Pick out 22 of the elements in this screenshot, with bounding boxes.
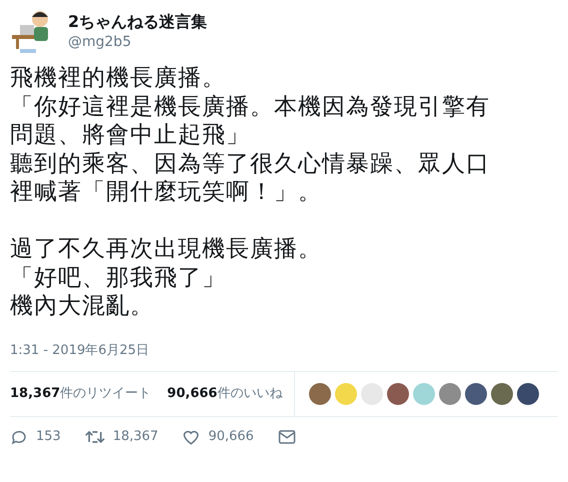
- like-action-count: 90,666: [208, 428, 254, 446]
- like-count[interactable]: 90,666件のいいね: [167, 384, 282, 404]
- tweet-text-line: 「好吧、那我飛了」: [10, 264, 227, 292]
- tweet-text-line: 「你好這裡是機長廣播。本機因為發現引擎有: [10, 92, 491, 121]
- liker-avatar[interactable]: [387, 382, 410, 404]
- author-name[interactable]: 2ちゃんねる迷言集: [68, 11, 208, 33]
- liker-avatar[interactable]: [517, 382, 540, 404]
- reply-count: 153: [36, 428, 61, 446]
- author-handle[interactable]: @mg2b5: [68, 33, 208, 51]
- tweet-text-line: 機內大混亂。: [10, 292, 155, 320]
- tweet-text-line: 問題、將會中止起飛」: [10, 121, 251, 150]
- liker-avatar[interactable]: [491, 382, 514, 404]
- tweet-text-line: 飛機裡的機長廣播。: [10, 64, 227, 92]
- tweet-text-line: 過了不久再次出現機長廣播。: [10, 235, 323, 264]
- tweet-text-line: 裡喊著「開什麼玩笑啊！」。: [10, 178, 323, 206]
- timestamp[interactable]: 1:31 - 2019年6月25日: [10, 342, 150, 358]
- liker-avatar[interactable]: [309, 382, 332, 404]
- retweet-action-count: 18,367: [112, 428, 158, 446]
- envelope-icon[interactable]: [278, 428, 296, 444]
- retweet-count[interactable]: 18,367件のリツイート: [10, 384, 152, 404]
- tweet-text-line: 聽到的乘客、因為等了很久心情暴躁、眾人口: [10, 150, 491, 178]
- liker-avatar[interactable]: [465, 382, 488, 404]
